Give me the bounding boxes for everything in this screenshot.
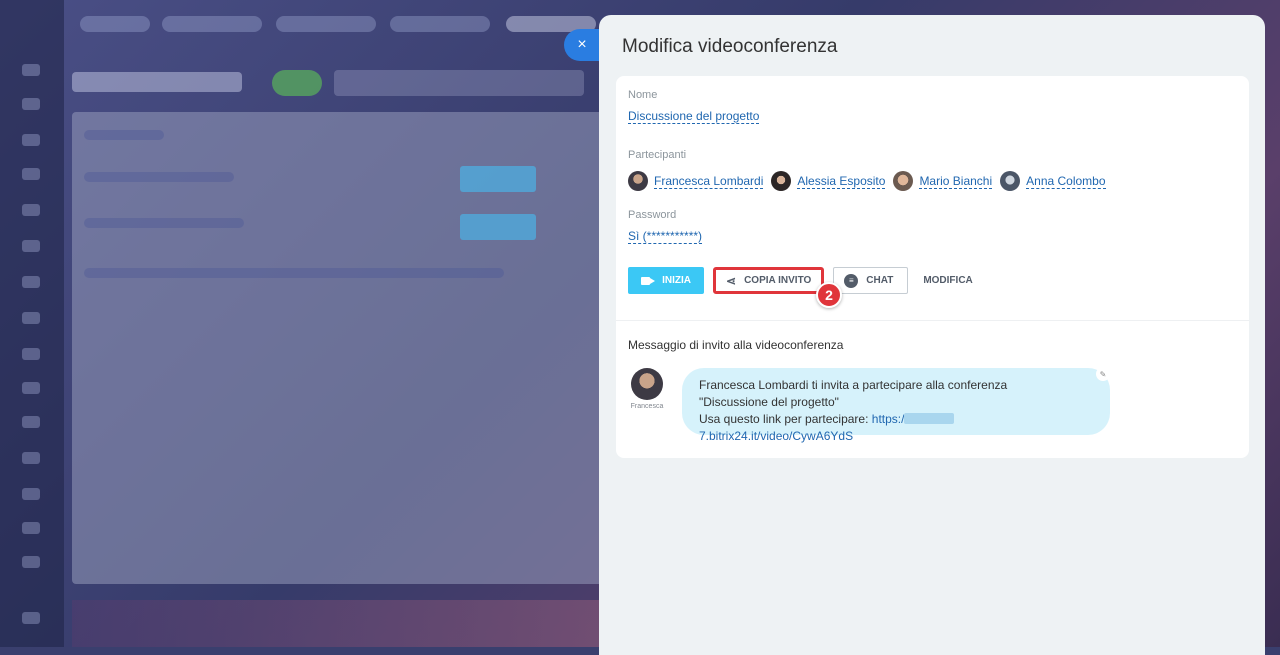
sender-name: Francesca — [630, 403, 664, 410]
invite-line: "Discussione del progetto" — [699, 395, 839, 409]
participant-item[interactable]: Mario Bianchi — [893, 171, 993, 191]
participant-name[interactable]: Anna Colombo — [1026, 174, 1106, 189]
name-label: Nome — [628, 89, 658, 101]
invite-link-end: 7.bitrix24.it/video/CywA6YdS — [699, 429, 854, 443]
invite-line: Usa questo link per partecipare: https:/… — [699, 411, 1094, 445]
background-add-button — [272, 70, 322, 96]
avatar — [893, 171, 914, 191]
divider — [616, 320, 1249, 321]
avatar — [1000, 171, 1021, 191]
share-icon: ⋖ — [726, 273, 737, 288]
close-panel-button[interactable]: × — [564, 29, 600, 61]
background-button — [460, 166, 536, 192]
participant-name[interactable]: Alessia Esposito — [797, 174, 886, 189]
action-buttons: INIZIA ⋖ COPIA INVITO ≡ CHAT MODIFICA — [628, 267, 979, 294]
panel-title: Modifica videoconferenza — [622, 36, 838, 57]
copy-invite-label: COPIA INVITO — [744, 275, 812, 286]
copy-invite-button[interactable]: ⋖ COPIA INVITO — [713, 267, 825, 294]
participants-list: Francesca Lombardi Alessia Esposito Mari… — [628, 171, 1108, 191]
avatar — [771, 171, 792, 191]
start-button-label: INIZIA — [662, 275, 691, 286]
step-badge: 2 — [816, 282, 842, 308]
redacted-domain — [904, 413, 955, 424]
invite-line: Francesca Lombardi ti invita a partecipa… — [699, 378, 1008, 392]
chat-button-label: CHAT — [866, 275, 894, 286]
participant-name[interactable]: Mario Bianchi — [919, 174, 993, 189]
close-icon: × — [577, 36, 587, 53]
start-button[interactable]: INIZIA — [628, 267, 704, 294]
invite-message-bubble: Francesca Lombardi ti invita a partecipa… — [682, 367, 1110, 443]
background-row — [84, 172, 234, 182]
background-row — [84, 130, 164, 140]
pencil-icon[interactable]: ✎ — [1096, 367, 1110, 381]
invite-heading: Messaggio di invito alla videoconferenza — [628, 338, 844, 352]
edit-conference-panel: Modifica videoconferenza Nome Discussion… — [599, 15, 1265, 655]
video-camera-icon — [641, 276, 656, 285]
background-footer — [72, 600, 632, 647]
chat-icon: ≡ — [844, 273, 859, 288]
password-link[interactable]: Sì (***********) — [628, 229, 703, 244]
invite-link-start: https:/ — [871, 412, 905, 426]
avatar — [631, 368, 663, 400]
background-search — [334, 70, 584, 96]
background-sidebar — [0, 0, 64, 647]
participant-name[interactable]: Francesca Lombardi — [654, 174, 764, 189]
conference-name-link[interactable]: Discussione del progetto — [628, 109, 760, 124]
conference-card: Nome Discussione del progetto Partecipan… — [616, 76, 1249, 458]
invite-link-prefix: Usa questo link per partecipare: — [699, 412, 869, 426]
participant-item[interactable]: Alessia Esposito — [771, 171, 886, 191]
edit-button-label: MODIFICA — [923, 275, 973, 286]
background-button — [460, 214, 536, 240]
participants-label: Partecipanti — [628, 149, 687, 161]
invite-sender: Francesca — [628, 368, 666, 410]
password-label: Password — [628, 209, 677, 221]
background-top-menu — [64, 0, 624, 50]
edit-button[interactable]: MODIFICA — [917, 267, 978, 294]
participant-item[interactable]: Anna Colombo — [1000, 171, 1106, 191]
participant-item[interactable]: Francesca Lombardi — [628, 171, 764, 191]
avatar — [628, 171, 648, 191]
background-title — [72, 72, 242, 92]
background-list — [72, 112, 632, 584]
background-row — [84, 268, 504, 278]
chat-button[interactable]: ≡ CHAT — [833, 267, 909, 294]
background-row — [84, 218, 244, 228]
